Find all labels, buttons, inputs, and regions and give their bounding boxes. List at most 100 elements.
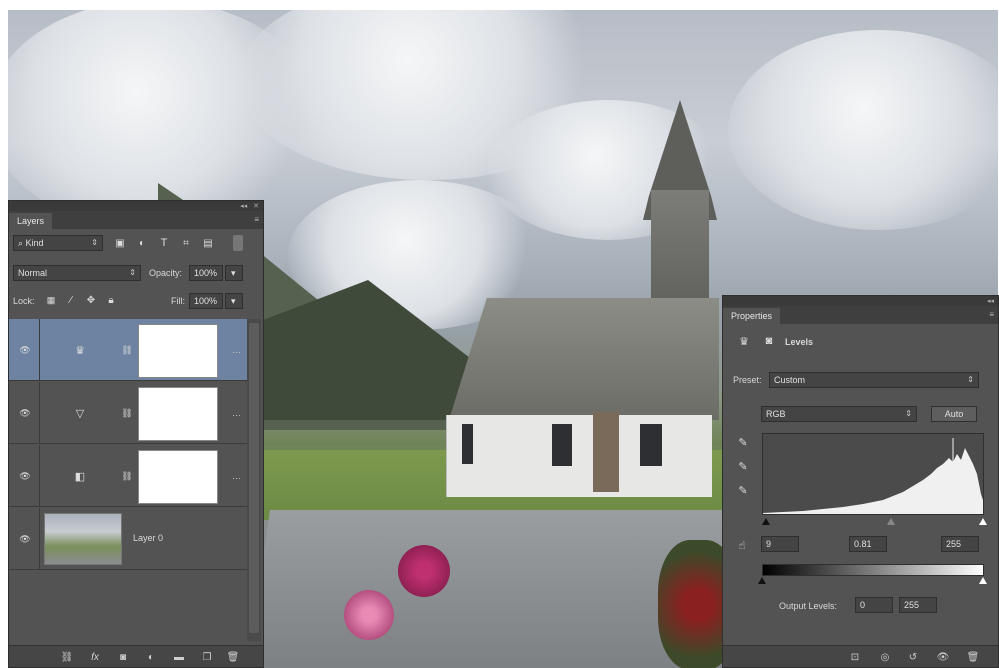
church-door: [593, 412, 619, 492]
visibility-eye-icon[interactable]: 👁︎: [17, 469, 33, 483]
input-black-field[interactable]: 9: [761, 536, 799, 552]
tab-properties[interactable]: Properties: [723, 308, 781, 324]
lock-transparency-icon[interactable]: ▦: [45, 294, 57, 306]
preset-label: Preset:: [733, 375, 762, 385]
vibrance-triangle-icon[interactable]: ▽: [65, 402, 95, 424]
adjustment-icon[interactable]: ◐: [143, 649, 159, 665]
layer-row-vibrance[interactable]: 👁︎ ▽ ⛓︎ …: [9, 382, 247, 444]
layer-row-brightness-contrast[interactable]: 👁︎ ◧ ⛓︎ …: [9, 445, 247, 507]
link-chain-icon[interactable]: ⛓︎: [121, 341, 133, 359]
black-eyedropper-icon[interactable]: ✎: [735, 434, 751, 450]
new-layer-icon[interactable]: ❐: [199, 649, 215, 665]
layer-mask-thumbnail[interactable]: [138, 450, 218, 504]
panel-menu-icon[interactable]: ≡: [989, 310, 994, 319]
panel-titlebar[interactable]: ◂◂ ✕: [9, 201, 263, 211]
lock-pixels-icon[interactable]: ⁄: [65, 294, 77, 306]
view-previous-icon[interactable]: ◎: [877, 649, 893, 665]
channel-value: RGB: [766, 409, 786, 419]
more-icon: …: [232, 471, 241, 481]
layer-name[interactable]: Layer 0: [133, 533, 163, 543]
layer-mask-thumbnail[interactable]: [138, 324, 218, 378]
chevron-updown-icon: ⇕: [129, 268, 136, 277]
trash-icon[interactable]: 🗑︎: [225, 649, 241, 665]
visibility-eye-icon[interactable]: 👁︎: [17, 532, 33, 546]
folder-icon[interactable]: ▬: [171, 649, 187, 665]
link-icon[interactable]: ⛓︎: [59, 649, 75, 665]
church-wall: [446, 415, 712, 497]
collapse-icon[interactable]: ◂◂: [987, 297, 994, 305]
lock-position-icon[interactable]: ✥: [85, 294, 97, 306]
input-black-slider[interactable]: [762, 518, 770, 525]
histogram-fill: [763, 448, 983, 514]
blend-mode-select[interactable]: Normal ⇕: [13, 265, 141, 281]
chevron-updown-icon: ⇕: [905, 409, 912, 418]
church-roof: [449, 298, 719, 420]
layer-mask-thumbnail[interactable]: [138, 387, 218, 441]
dahlia-flower: [398, 545, 450, 597]
close-icon[interactable]: ✕: [253, 202, 259, 210]
preset-select[interactable]: Custom ⇕: [769, 372, 979, 388]
clip-to-layer-icon[interactable]: ⊡: [847, 649, 863, 665]
brightness-contrast-icon[interactable]: ◧: [65, 465, 95, 487]
filter-pixel-icon[interactable]: ▣: [113, 237, 127, 249]
visibility-eye-icon[interactable]: 👁︎: [17, 406, 33, 420]
filter-type-icon[interactable]: T: [157, 237, 171, 249]
filter-smartobject-icon[interactable]: ▤: [201, 237, 215, 249]
visibility-eye-icon[interactable]: 👁︎: [17, 343, 33, 357]
layers-scrollbar[interactable]: [247, 319, 261, 641]
panel-titlebar[interactable]: ◂◂: [723, 296, 998, 306]
input-gamma-slider[interactable]: [887, 518, 895, 525]
divider: [39, 508, 40, 570]
chevron-updown-icon: ⇕: [91, 238, 98, 247]
layer-row-levels[interactable]: 👁︎ ♛ ⛓︎ …: [9, 319, 247, 381]
opacity-slider-button[interactable]: ▾: [225, 265, 243, 281]
reset-icon[interactable]: ↺: [905, 649, 921, 665]
filter-adjustment-icon[interactable]: ◐: [135, 237, 149, 249]
collapse-icon[interactable]: ◂◂: [240, 202, 247, 210]
scrollbar-thumb[interactable]: [249, 323, 259, 633]
link-chain-icon[interactable]: ⛓︎: [121, 467, 133, 485]
target-adjust-hand-icon[interactable]: ☝︎: [733, 538, 751, 552]
link-chain-icon[interactable]: ⛓︎: [121, 404, 133, 422]
filter-toggle-icon[interactable]: [233, 235, 243, 251]
lock-all-icon[interactable]: 🔒︎: [105, 294, 117, 306]
panel-menu-icon[interactable]: ≡: [254, 215, 259, 224]
panel-heading: Levels: [785, 337, 814, 347]
church-window: [462, 424, 473, 464]
layers-footer: ⛓︎ fx ◙ ◐ ▬ ❐ 🗑︎: [9, 645, 263, 667]
white-eyedropper-icon[interactable]: ✎: [735, 482, 751, 498]
visibility-eye-icon[interactable]: 👁︎: [935, 649, 951, 665]
output-black-slider[interactable]: [758, 577, 766, 584]
input-white-field[interactable]: 255: [941, 536, 979, 552]
input-white-slider[interactable]: [979, 518, 987, 525]
levels-icon[interactable]: ♛: [65, 339, 95, 361]
dahlia-flower: [344, 590, 394, 640]
church-window: [640, 424, 662, 466]
mask-icon[interactable]: ◙: [115, 649, 131, 665]
fx-icon[interactable]: fx: [87, 649, 103, 665]
fill-input[interactable]: 100%: [189, 293, 223, 309]
tab-layers[interactable]: Layers: [9, 213, 53, 229]
properties-panel: ◂◂ Properties ≡ ♛ ◙ Levels Preset: Custo…: [722, 295, 999, 668]
divider: [39, 445, 40, 507]
filter-kind-select[interactable]: ⌕ Kind ⇕: [13, 235, 103, 251]
gray-eyedropper-icon[interactable]: ✎: [735, 458, 751, 474]
levels-icon[interactable]: ♛: [735, 334, 753, 348]
fill-slider-button[interactable]: ▾: [225, 293, 243, 309]
output-black-field[interactable]: 0: [855, 597, 893, 613]
opacity-label: Opacity:: [149, 268, 183, 278]
auto-button[interactable]: Auto: [931, 406, 977, 422]
mask-icon[interactable]: ◙: [761, 334, 777, 348]
channel-select[interactable]: RGB ⇕: [761, 406, 917, 422]
output-white-field[interactable]: 255: [899, 597, 937, 613]
output-levels-label: Output Levels:: [779, 601, 838, 611]
filter-shape-icon[interactable]: ⌗: [179, 237, 193, 249]
input-gamma-field[interactable]: 0.81: [849, 536, 887, 552]
layer-row-layer0[interactable]: 👁︎ Layer 0: [9, 508, 247, 570]
layer-thumbnail[interactable]: [44, 513, 122, 565]
trash-icon[interactable]: 🗑︎: [965, 649, 981, 665]
opacity-input[interactable]: 100%: [189, 265, 223, 281]
output-white-slider[interactable]: [979, 577, 987, 584]
divider: [39, 382, 40, 444]
properties-footer: ⊡ ◎ ↺ 👁︎ 🗑︎: [723, 645, 998, 667]
